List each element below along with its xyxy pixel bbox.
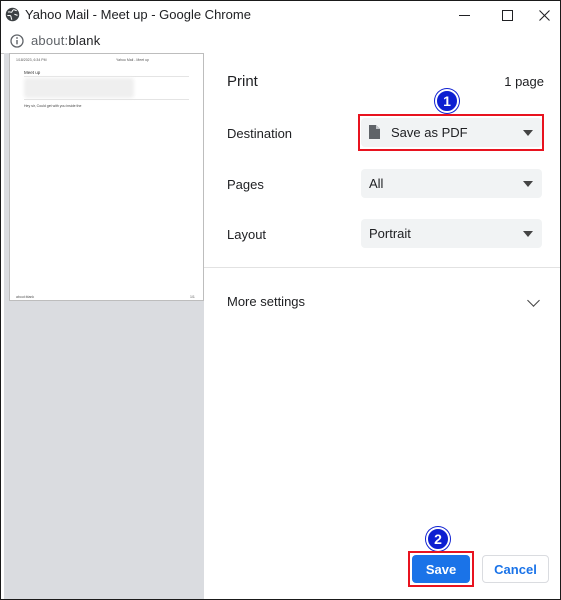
minimize-button[interactable] [441,1,487,29]
close-button[interactable] [521,1,560,29]
destination-label: Destination [227,126,293,141]
preview-header-right: Yahoo Mail - Meet up [116,58,150,62]
preview-divider [24,99,189,100]
preview-footer-left: about:blank [16,295,35,299]
layout-label: Layout [227,227,267,242]
print-preview-area: 1/18/2023, 6:34 PM Yahoo Mail - Meet up … [4,53,204,599]
preview-redacted-block [24,78,134,98]
preview-header-left: 1/18/2023, 6:34 PM [16,58,47,62]
address-bar[interactable]: about:blank [1,29,560,54]
step-1-badge: 1 [435,89,459,113]
dropdown-arrow-icon [523,181,533,187]
title-bar: Yahoo Mail - Meet up - Google Chrome [1,1,560,29]
page-count: 1 page [504,74,544,89]
section-divider [204,267,560,268]
url-text: about:blank [31,33,100,48]
maximize-icon [501,9,513,21]
preview-body: Hey sir, Could get with you inside the [24,104,82,108]
url-scheme: about: [31,33,69,48]
window-title: Yahoo Mail - Meet up - Google Chrome [25,7,251,22]
pages-select[interactable]: All [361,169,542,198]
preview-footer-right: 1/1 [190,295,195,299]
preview-divider [24,76,189,77]
cancel-button[interactable]: Cancel [482,555,549,583]
more-settings-toggle[interactable]: More settings [227,294,305,309]
preview-page: 1/18/2023, 6:34 PM Yahoo Mail - Meet up … [9,53,204,301]
info-icon[interactable] [10,34,24,48]
close-icon [538,9,550,21]
print-window: Yahoo Mail - Meet up - Google Chrome abo… [0,0,561,600]
chevron-down-icon[interactable] [527,294,540,307]
layout-select[interactable]: Portrait [361,219,542,248]
destination-highlight-box [358,114,544,151]
print-title: Print [227,73,258,90]
print-settings-panel: Print 1 page Destination Save as PDF 1 P… [204,53,560,599]
save-button[interactable]: Save [412,555,470,583]
layout-value: Portrait [369,226,411,241]
url-path: blank [68,33,101,48]
step-2-badge: 2 [426,527,450,551]
pages-label: Pages [227,177,264,192]
preview-subject: Meet up [24,70,41,75]
pages-value: All [369,176,384,191]
globe-icon [5,7,20,22]
minimize-icon [458,14,470,16]
dropdown-arrow-icon [523,231,533,237]
